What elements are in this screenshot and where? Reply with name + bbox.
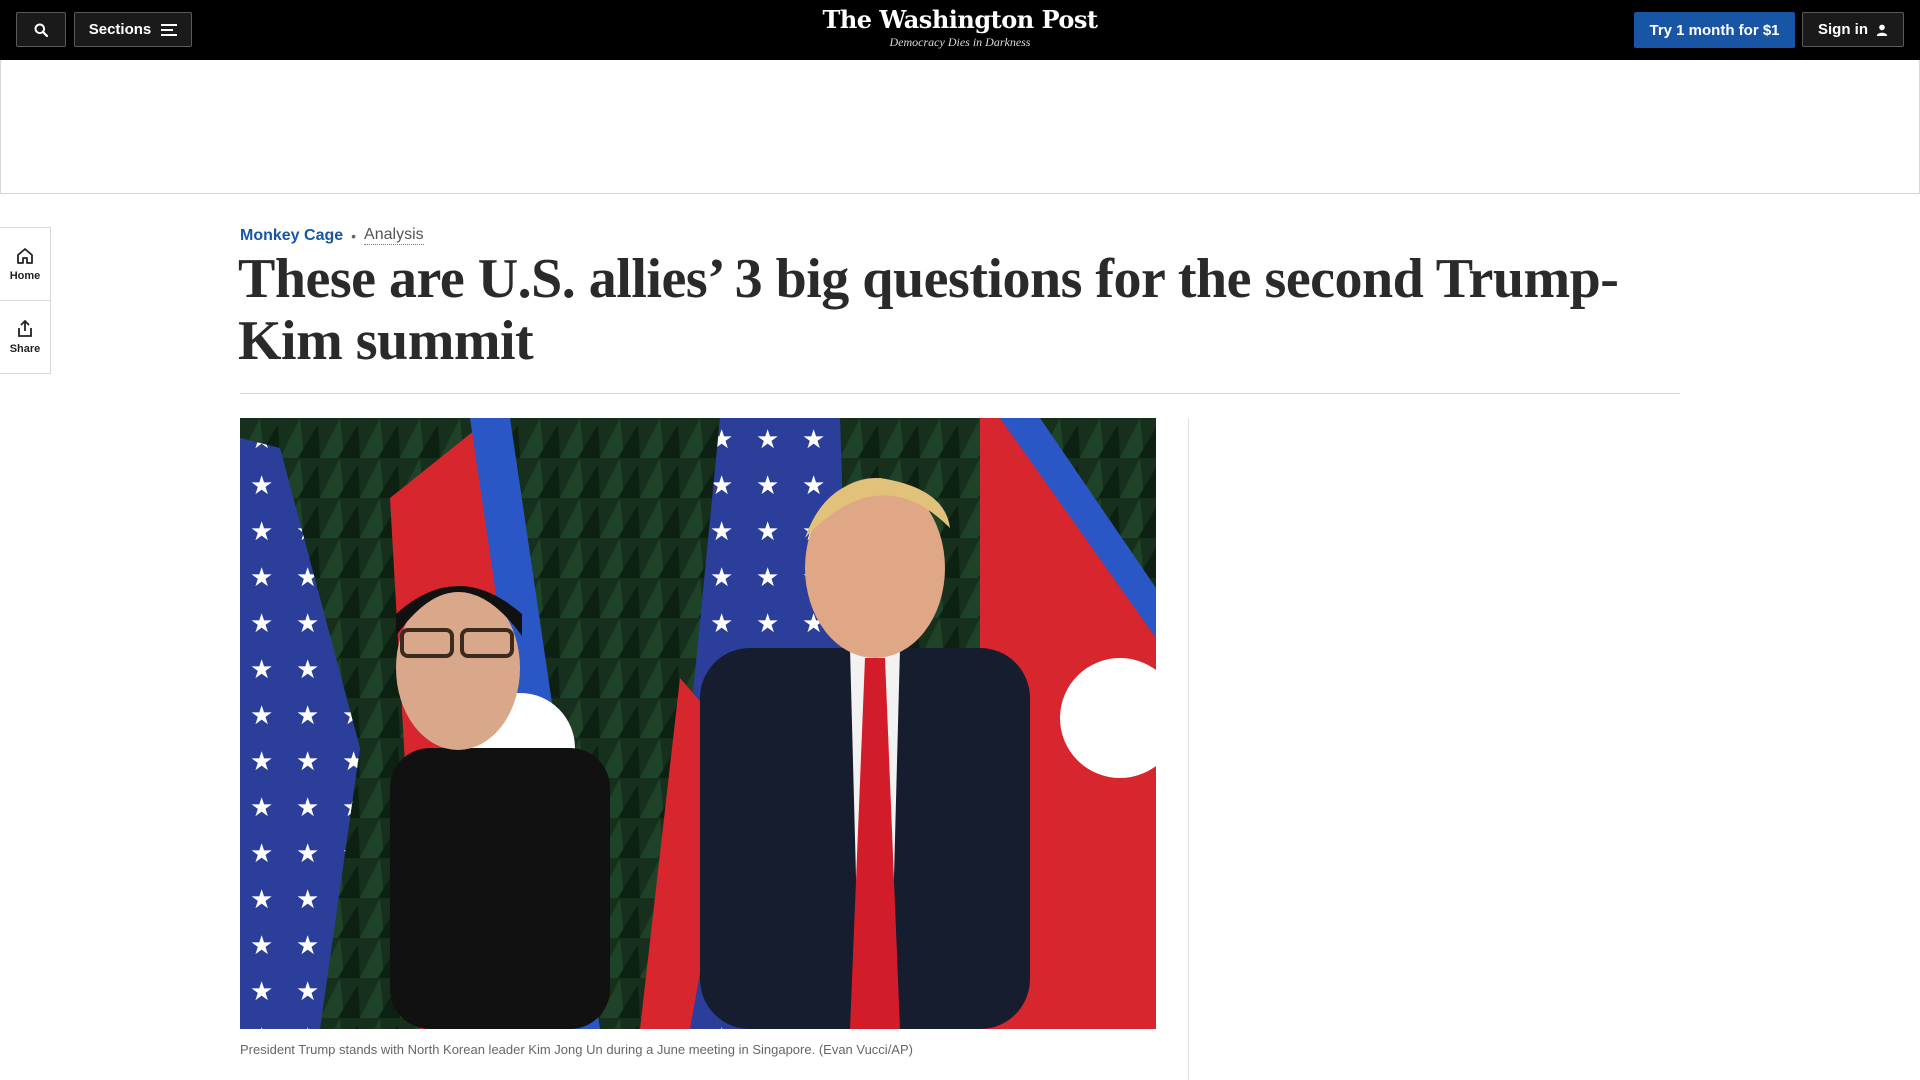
hero-photo: ★ (240, 418, 1156, 1029)
header-divider (240, 393, 1680, 394)
home-button[interactable]: Home (0, 228, 50, 300)
sign-in-label: Sign in (1818, 21, 1868, 38)
share-icon (18, 319, 32, 337)
menu-icon (161, 23, 178, 36)
sections-menu-button[interactable]: Sections (74, 12, 192, 47)
user-icon (1876, 24, 1888, 36)
search-icon (34, 23, 48, 37)
site-logo[interactable]: The Washington Post (760, 5, 1160, 35)
share-button[interactable]: Share (0, 300, 50, 373)
article-headline: These are U.S. allies’ 3 big questions f… (238, 248, 1619, 372)
section-link[interactable]: Monkey Cage (240, 227, 343, 245)
masthead[interactable]: The Washington Post Democracy Dies in Da… (760, 5, 1160, 49)
ad-slot (0, 60, 1920, 194)
share-label: Share (9, 342, 41, 355)
hero-image[interactable]: ★ (240, 418, 1156, 1029)
analysis-label[interactable]: Analysis (364, 226, 424, 245)
image-caption: President Trump stands with North Korean… (240, 1042, 913, 1057)
subscribe-button[interactable]: Try 1 month for $1 (1634, 12, 1795, 48)
home-icon (17, 247, 33, 264)
top-nav-bar: Sections The Washington Post Democracy D… (0, 0, 1920, 60)
site-tagline: Democracy Dies in Darkness (889, 35, 1031, 49)
sections-label: Sections (88, 21, 152, 38)
search-button[interactable] (16, 12, 66, 47)
article-kicker: Monkey Cage • Analysis (240, 226, 424, 245)
kicker-separator: • (351, 227, 357, 244)
home-label: Home (9, 269, 41, 282)
column-divider (1188, 418, 1189, 1080)
left-rail: Home Share (0, 227, 51, 374)
sign-in-button[interactable]: Sign in (1802, 12, 1904, 47)
